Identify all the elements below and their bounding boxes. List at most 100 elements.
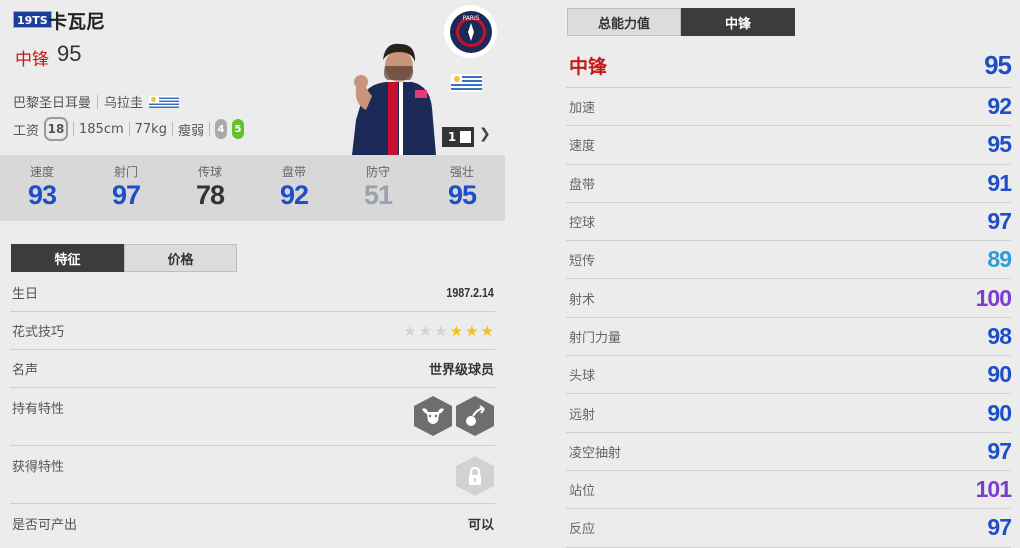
nation-flag-icon: [451, 74, 482, 92]
wage-label: 工资: [13, 123, 40, 139]
divider: [97, 94, 99, 109]
club-nation-line: 巴黎圣日耳曼 乌拉圭: [13, 92, 180, 111]
attribute-row: 短传 89: [566, 241, 1012, 280]
player-header: 19TS 卡瓦尼 中锋 95 巴黎圣日耳曼 乌拉圭 工资 18 185cm 77…: [0, 0, 505, 155]
attribute-value: 90: [987, 399, 1012, 426]
attribute-row: 速度 95: [566, 126, 1012, 165]
attribute-row: 凌空抽射 97: [566, 433, 1012, 471]
info-row-acquired: 获得特性: [10, 446, 495, 504]
tab-position-stats[interactable]: 中锋: [681, 8, 795, 36]
star-empty-icon: ★: [434, 321, 448, 340]
player-position: 中锋: [15, 50, 49, 70]
attribute-label: 射术: [569, 292, 596, 308]
summary-stat-value: 95: [447, 180, 477, 210]
nation-name: 乌拉圭: [104, 96, 144, 111]
attribute-label: 头球: [569, 369, 596, 385]
attribute-value: 91: [987, 169, 1012, 196]
attribute-label: 盘带: [569, 177, 596, 193]
divider: [171, 122, 173, 136]
summary-stat: 速度 93: [0, 155, 84, 221]
height: 185cm: [79, 121, 124, 137]
attribute-label: 控球: [569, 216, 596, 232]
attribute-value: 92: [987, 93, 1012, 120]
attribute-label: 反应: [569, 522, 596, 538]
summary-stat-label: 传球: [197, 165, 222, 179]
star-empty-icon: ★: [403, 321, 417, 340]
birthday-label: 生日: [12, 287, 39, 302]
attribute-label: 站位: [569, 484, 596, 500]
attribute-header-row: 中锋 95: [566, 44, 1012, 88]
lock-icon: [456, 456, 494, 496]
info-table: 生日 1987.2.14 花式技巧 ★ ★ ★ ★ ★ ★ 名声 世界级球员 持有特性 获…: [10, 274, 495, 542]
physical-info-line: 工资 18 185cm 77kg 瘦弱 4 5: [13, 117, 244, 141]
attribute-label: 加速: [569, 101, 596, 117]
club-name: 巴黎圣日耳曼: [13, 96, 92, 111]
attribute-header-label: 中锋: [569, 56, 608, 78]
reputation-value: 世界级球员: [428, 363, 494, 378]
level-selector[interactable]: 1: [442, 127, 474, 147]
weight: 77kg: [134, 121, 167, 137]
info-row-birthday: 生日 1987.2.14: [10, 274, 495, 312]
weak-foot-icon: 4: [214, 119, 227, 139]
summary-stat: 防守 51: [336, 155, 420, 221]
summary-stat-label: 强壮: [449, 165, 474, 179]
attribute-value: 89: [987, 246, 1012, 273]
acquired-label: 获得特性: [12, 460, 65, 475]
wage-badge: 18: [44, 117, 69, 141]
attribute-value: 97: [987, 208, 1012, 235]
player-name: 卡瓦尼: [48, 11, 106, 33]
trait-icons: [414, 396, 494, 445]
info-row-reputation: 名声 世界级球员: [10, 350, 495, 388]
chevron-down-icon[interactable]: ❯: [479, 126, 491, 142]
attribute-row: 反应 97: [566, 509, 1012, 548]
summary-stat-value: 92: [279, 180, 309, 210]
attribute-row: 射术 100: [566, 279, 1012, 318]
attribute-list: 中锋 95 加速 92 速度 95 盘带 91 控球 97 短传 89 射术 100 射门力量 98 头球 9…: [566, 44, 1012, 548]
attribute-value: 97: [987, 514, 1012, 541]
attribute-label: 速度: [569, 139, 596, 155]
attribute-label: 远射: [569, 407, 596, 423]
attribute-label: 射门力量: [569, 330, 622, 346]
summary-stat: 传球 78: [168, 155, 252, 221]
right-tab-bar: 总能力值 中锋: [567, 8, 795, 36]
producible-label: 是否可产出: [12, 517, 78, 533]
attribute-row: 射门力量 98: [566, 318, 1012, 357]
summary-stat-label: 盘带: [281, 165, 306, 179]
tab-price[interactable]: 价格: [124, 244, 237, 272]
divider: [208, 122, 210, 136]
summary-stat-label: 防守: [365, 165, 390, 179]
club-logo-icon: PARIS: [444, 5, 497, 58]
summary-stat-label: 射门: [113, 165, 138, 179]
reputation-label: 名声: [12, 363, 39, 378]
volley-icon[interactable]: [456, 396, 494, 436]
attribute-row: 盘带 91: [566, 165, 1012, 203]
attribute-row: 站位 101: [566, 471, 1012, 510]
uruguay-flag-icon: [149, 95, 180, 108]
attribute-value: 101: [975, 476, 1012, 503]
attribute-row: 远射 90: [566, 394, 1012, 433]
attribute-row: 加速 92: [566, 88, 1012, 127]
tab-traits[interactable]: 特征: [11, 244, 124, 272]
star-empty-icon: ★: [418, 321, 433, 340]
attribute-value: 97: [987, 437, 1012, 464]
attribute-value: 100: [975, 284, 1012, 311]
star-filled-icon: ★: [465, 321, 479, 340]
summary-stat-value: 51: [363, 180, 393, 210]
season-badge: 19TS: [13, 11, 52, 28]
bull-icon[interactable]: [414, 396, 452, 436]
summary-stats: 速度 93 射门 97 传球 78 盘带 92 防守 51 强壮 95: [0, 155, 505, 221]
traits-label: 持有特性: [12, 402, 65, 417]
summary-stat-label: 速度: [29, 165, 54, 179]
info-row-traits: 持有特性: [10, 388, 495, 446]
summary-stat-value: 97: [111, 180, 141, 210]
attribute-label: 凌空抽射: [569, 445, 622, 461]
skill-label: 花式技巧: [12, 325, 65, 340]
player-overall: 95: [57, 41, 82, 66]
summary-stat: 盘带 92: [252, 155, 336, 221]
attribute-value: 95: [987, 131, 1012, 158]
attribute-row: 头球 90: [566, 356, 1012, 395]
body-type: 瘦弱: [177, 123, 204, 139]
tab-overall-stats[interactable]: 总能力值: [567, 8, 681, 36]
producible-value: 可以: [467, 517, 494, 533]
attribute-value: 98: [987, 322, 1012, 349]
